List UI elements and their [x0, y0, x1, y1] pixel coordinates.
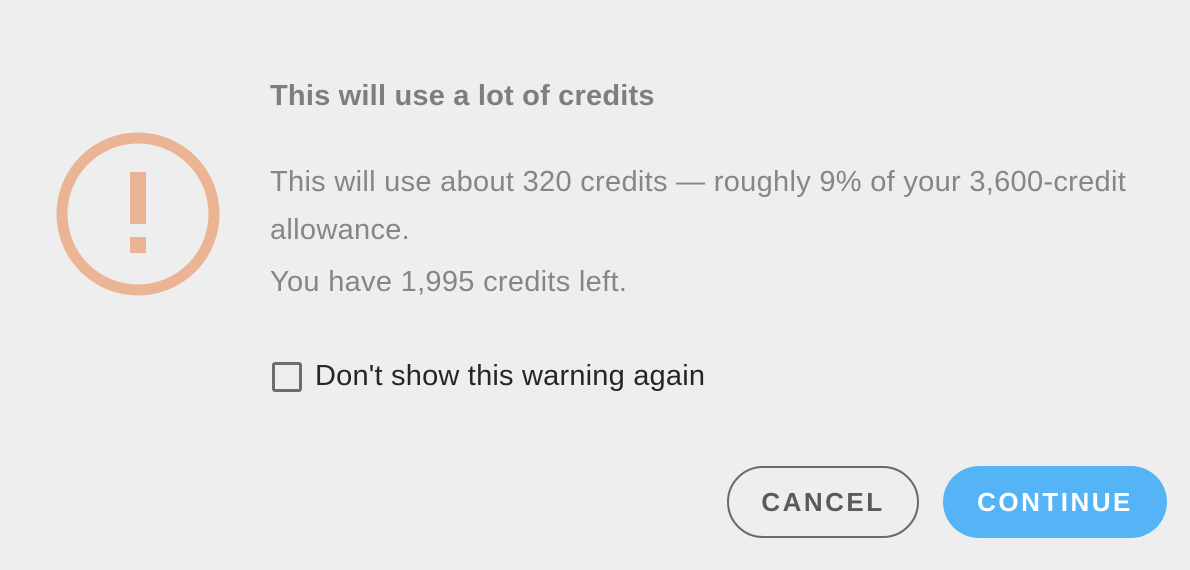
- warning-dialog: This will use a lot of credits This will…: [0, 0, 1190, 570]
- dont-show-again-label[interactable]: Don't show this warning again: [315, 360, 705, 393]
- continue-button[interactable]: CONTINUE: [943, 466, 1167, 538]
- dont-show-again-option[interactable]: Don't show this warning again: [272, 360, 705, 393]
- warning-circle-icon: [54, 130, 222, 298]
- dialog-title: This will use a lot of credits: [270, 80, 655, 112]
- credits-remaining-text: You have 1,995 credits left.: [270, 266, 628, 298]
- dialog-message: This will use about 320 credits — roughl…: [270, 166, 1127, 246]
- cancel-button[interactable]: CANCEL: [727, 466, 919, 538]
- dont-show-again-checkbox[interactable]: [272, 361, 302, 392]
